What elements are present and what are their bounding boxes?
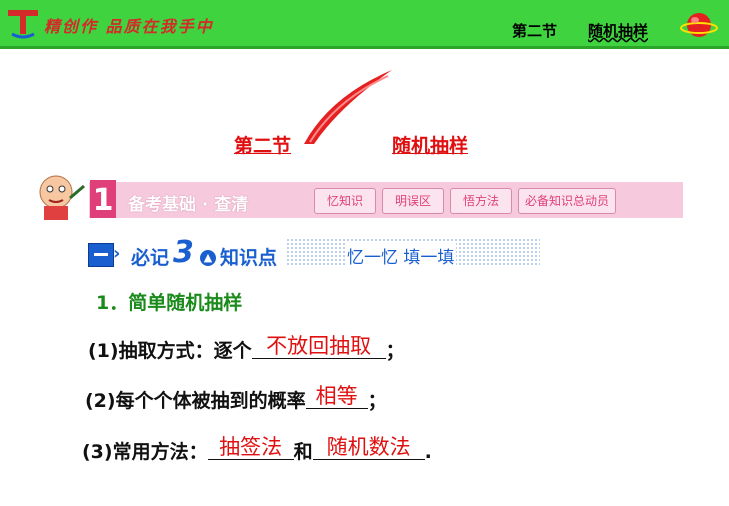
- item-text: .: [424, 441, 432, 463]
- answer-blank: 随机数法: [312, 435, 425, 460]
- banner-divider: [0, 46, 729, 49]
- subsection-prefix: 必记: [131, 247, 170, 269]
- page-title-topic: 随机抽样: [392, 135, 469, 157]
- item-text: ；: [385, 340, 405, 362]
- tab-essential-knowledge[interactable]: 必备知识总动员: [518, 188, 616, 214]
- answer-blank: 不放回抽取: [251, 334, 386, 359]
- mascot-icon: [39, 175, 85, 220]
- answer-blank: 抽签法: [207, 435, 294, 460]
- item-text: (3)常用方法：: [82, 441, 208, 463]
- item-text: (2)每个个体被抽到的概率: [85, 390, 306, 412]
- svg-text:1: 1: [93, 183, 114, 218]
- item-text: ；: [367, 390, 387, 412]
- subsection-label: 知识点: [220, 247, 278, 269]
- answer-blank: 相等: [305, 384, 368, 409]
- item-text: 和: [293, 441, 313, 463]
- tab-recall-knowledge[interactable]: 忆知识: [314, 188, 376, 214]
- subsection-count: 3: [173, 235, 194, 270]
- section-title: 备考基础 · 查清: [128, 195, 249, 215]
- header-section-label: 第二节: [512, 22, 558, 40]
- tab-clarify-misconceptions[interactable]: 明误区: [382, 188, 444, 214]
- subsection-tagline: 忆一忆 填一填: [345, 243, 457, 268]
- subsection-marker-icon: [88, 243, 114, 267]
- item-probability: (2)每个个体被抽到的概率 相等；: [85, 384, 387, 413]
- topic-heading: 1．简单随机抽样: [96, 292, 243, 314]
- slogan-text: 精创作 品质在我手中: [44, 17, 214, 36]
- arrow-up-icon: ▲: [200, 250, 216, 266]
- decorative-swoosh-icon: [304, 70, 392, 144]
- item-text: (1)抽取方式：逐个: [88, 340, 252, 362]
- page-title-section: 第二节: [234, 135, 292, 157]
- item-common-methods: (3)常用方法： 抽签法和随机数法.: [82, 435, 432, 464]
- publisher-logo-icon: [8, 10, 38, 39]
- globe-icon: [680, 13, 718, 37]
- chevron-right-icon: ›: [113, 243, 121, 264]
- item-sampling-method: (1)抽取方式：逐个 不放回抽取；: [88, 334, 405, 363]
- section-number-badge: 1: [90, 180, 116, 218]
- header-subsection-label: 随机抽样: [588, 22, 649, 40]
- tab-methods[interactable]: 悟方法: [450, 188, 512, 214]
